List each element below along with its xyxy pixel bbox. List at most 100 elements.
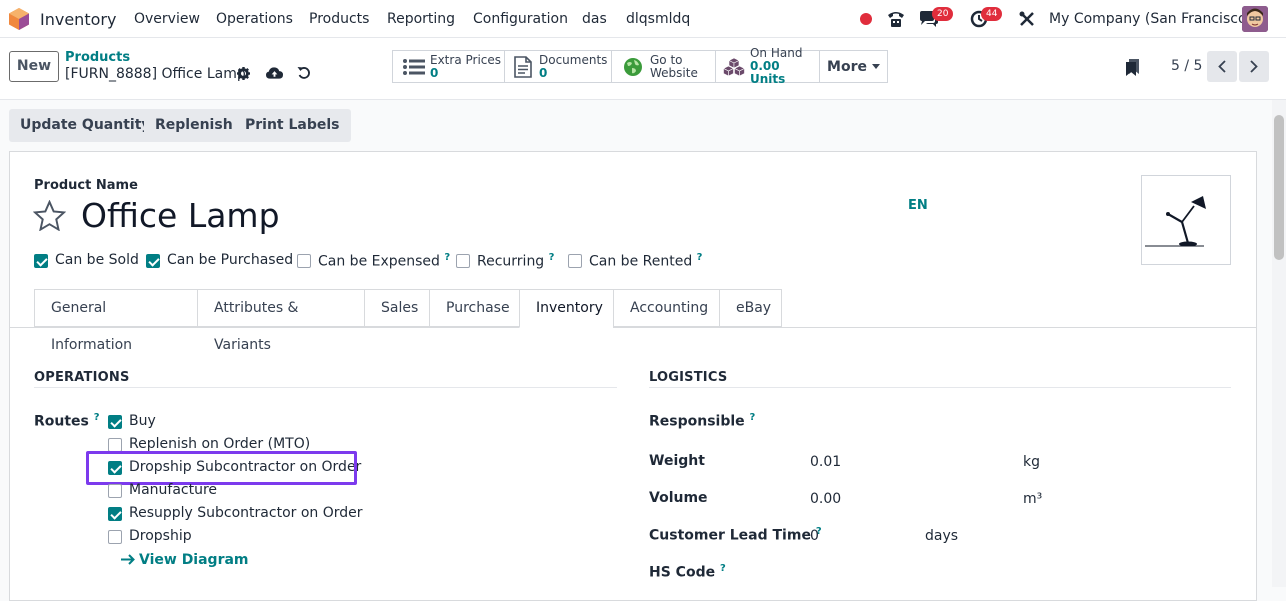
- scrollbar-thumb[interactable]: [1274, 115, 1284, 260]
- extra-prices-value: 0: [430, 65, 439, 80]
- route-dropship-label: Dropship: [129, 528, 192, 544]
- update-quantity-button[interactable]: Update Quantity: [9, 109, 162, 142]
- go-to-label: Go to: [650, 52, 683, 67]
- favorite-star-icon[interactable]: [33, 200, 66, 231]
- user-avatar[interactable]: [1242, 6, 1268, 32]
- weight-unit: kg: [1023, 454, 1040, 470]
- help-icon[interactable]: ?: [750, 412, 756, 423]
- product-image[interactable]: [1141, 175, 1231, 265]
- breadcrumb-parent[interactable]: Products: [65, 50, 130, 65]
- desk-lamp-image: [1145, 196, 1206, 247]
- menu-das[interactable]: das: [582, 11, 607, 27]
- on-hand-button[interactable]: On Hand 0.00 Units: [715, 47, 820, 86]
- recurring-checkbox[interactable]: [456, 254, 470, 268]
- menu-reporting[interactable]: Reporting: [387, 11, 455, 27]
- notebook-tabs: General Information Attributes & Variant…: [34, 289, 782, 353]
- menu-operations[interactable]: Operations: [216, 11, 293, 27]
- tab-inventory[interactable]: Inventory: [519, 289, 613, 328]
- can-be-sold-checkbox[interactable]: [34, 254, 48, 268]
- app-name[interactable]: Inventory: [40, 10, 116, 29]
- go-to-website-button[interactable]: Go to Website: [611, 50, 716, 83]
- route-buy-checkbox[interactable]: [108, 415, 122, 429]
- logistics-section-title: LOGISTICS: [649, 370, 728, 385]
- globe-icon: [624, 57, 642, 76]
- product-name-field[interactable]: Office Lamp: [81, 196, 280, 235]
- weight-label: Weight: [649, 453, 705, 469]
- replenish-button[interactable]: Replenish: [144, 109, 244, 142]
- bookmark-icon[interactable]: [1126, 59, 1141, 76]
- route-dropship-checkbox[interactable]: [108, 530, 122, 544]
- responsible-label: Responsible ?: [649, 412, 756, 430]
- documents-button[interactable]: Documents 0: [504, 50, 612, 83]
- cubes-icon: [723, 57, 745, 76]
- can-be-purchased-label: Can be Purchased: [167, 252, 294, 268]
- list-icon: [403, 58, 425, 75]
- weight-input[interactable]: 0.01: [810, 454, 841, 470]
- cloud-upload-icon[interactable]: [266, 66, 283, 80]
- website-label: Website: [650, 65, 698, 80]
- activities-badge: 44: [981, 7, 1003, 21]
- top-navbar: Inventory Overview Operations Products R…: [0, 0, 1286, 38]
- customer-lead-time-unit: days: [925, 528, 959, 544]
- can-be-expensed-checkbox[interactable]: [297, 254, 311, 268]
- pager-value[interactable]: 5 / 5: [1171, 58, 1202, 74]
- discard-undo-icon[interactable]: [297, 66, 311, 80]
- more-label: More: [827, 58, 867, 75]
- documents-value: 0: [539, 65, 548, 80]
- tab-general-information[interactable]: General Information: [34, 289, 197, 353]
- debug-tools-icon[interactable]: [1018, 10, 1036, 28]
- route-mto-checkbox[interactable]: [108, 438, 122, 452]
- help-icon[interactable]: ?: [94, 412, 100, 423]
- tab-accounting[interactable]: Accounting: [613, 289, 719, 327]
- can-be-rented-label: Can be Rented ?: [589, 252, 703, 270]
- volume-input[interactable]: 0.00: [810, 491, 841, 507]
- tabs-divider: [10, 327, 1256, 328]
- pager-previous-button[interactable]: [1207, 51, 1237, 82]
- phone-icon[interactable]: [886, 9, 906, 29]
- view-diagram-link[interactable]: View Diagram: [121, 552, 249, 568]
- route-manufacture-checkbox[interactable]: [108, 484, 122, 498]
- route-manufacture-label: Manufacture: [129, 482, 218, 498]
- route-mto-label: Replenish on Order (MTO): [129, 436, 311, 452]
- app-logo-icon[interactable]: [9, 8, 29, 30]
- tab-sales[interactable]: Sales: [364, 289, 429, 327]
- record-dot-icon[interactable]: [859, 12, 873, 26]
- messages-badge: 20: [932, 7, 954, 21]
- chevron-left-icon: [1218, 60, 1226, 73]
- route-resupply-subcontractor-checkbox[interactable]: [108, 507, 122, 521]
- customer-lead-time-label: Customer Lead Time ?: [649, 526, 822, 544]
- pager-next-button[interactable]: [1239, 51, 1269, 82]
- help-icon[interactable]: ?: [720, 563, 726, 574]
- customer-lead-time-input[interactable]: 0: [810, 528, 819, 544]
- highlight-box: [86, 451, 357, 485]
- company-switcher[interactable]: My Company (San Francisco): [1049, 11, 1252, 27]
- print-labels-button[interactable]: Print Labels: [234, 109, 351, 142]
- help-icon[interactable]: ?: [444, 252, 450, 263]
- menu-overview[interactable]: Overview: [134, 11, 200, 27]
- tab-ebay[interactable]: eBay: [719, 289, 782, 327]
- can-be-rented-checkbox[interactable]: [568, 254, 582, 268]
- can-be-expensed-label: Can be Expensed ?: [318, 252, 451, 270]
- gear-icon[interactable]: [237, 67, 250, 80]
- logistics-divider: [649, 387, 1231, 388]
- breadcrumb-current: [FURN_8888] Office Lamp: [65, 66, 246, 82]
- menu-products[interactable]: Products: [309, 11, 369, 27]
- tab-purchase[interactable]: Purchase: [429, 289, 519, 327]
- route-resupply-subcontractor-label: Resupply Subcontractor on Order: [129, 505, 363, 521]
- language-selector[interactable]: EN: [908, 198, 928, 213]
- route-buy-label: Buy: [129, 413, 156, 429]
- help-icon[interactable]: ?: [549, 252, 555, 263]
- extra-prices-button[interactable]: Extra Prices 0: [392, 50, 505, 83]
- operations-section-title: OPERATIONS: [34, 370, 130, 385]
- can-be-purchased-checkbox[interactable]: [146, 254, 160, 268]
- menu-dlqsmldq[interactable]: dlqsmldq: [626, 11, 690, 27]
- documents-label: Documents: [539, 52, 608, 67]
- hs-code-label: HS Code ?: [649, 563, 726, 581]
- new-button[interactable]: New: [9, 51, 59, 82]
- more-dropdown[interactable]: More: [819, 50, 888, 83]
- help-icon[interactable]: ?: [697, 252, 703, 263]
- menu-configuration[interactable]: Configuration: [473, 11, 568, 27]
- tab-attributes-variants[interactable]: Attributes & Variants: [197, 289, 364, 353]
- volume-unit: m³: [1023, 491, 1043, 507]
- document-icon: [514, 55, 532, 78]
